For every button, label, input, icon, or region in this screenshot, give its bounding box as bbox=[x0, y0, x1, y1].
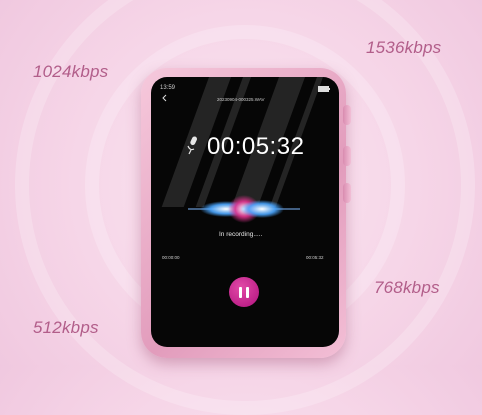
side-button-3[interactable] bbox=[343, 183, 351, 203]
bitrate-label-512: 512kbps bbox=[33, 318, 99, 337]
pause-icon bbox=[239, 286, 242, 298]
clock-text: 13:59 bbox=[160, 85, 176, 91]
back-icon[interactable] bbox=[161, 94, 168, 102]
bitrate-label-1024: 1024kbps bbox=[33, 62, 109, 81]
pause-button[interactable] bbox=[229, 277, 259, 307]
waveform-graphic bbox=[188, 195, 300, 223]
bitrate-label-1536: 1536kbps bbox=[366, 38, 442, 57]
pause-icon bbox=[246, 286, 249, 298]
elapsed-time: 00:00:00 bbox=[162, 255, 180, 260]
microphone-icon bbox=[187, 136, 198, 155]
side-button-1[interactable] bbox=[343, 105, 351, 125]
total-time: 00:05:32 bbox=[306, 255, 324, 260]
file-name: 20230904-000325.WAV bbox=[217, 97, 265, 102]
battery-icon bbox=[318, 86, 330, 92]
recording-status: In recording..... bbox=[219, 231, 263, 238]
side-button-2[interactable] bbox=[343, 146, 351, 166]
recording-timer: 00:05:32 bbox=[207, 133, 305, 160]
bitrate-label-768: 768kbps bbox=[374, 278, 440, 297]
